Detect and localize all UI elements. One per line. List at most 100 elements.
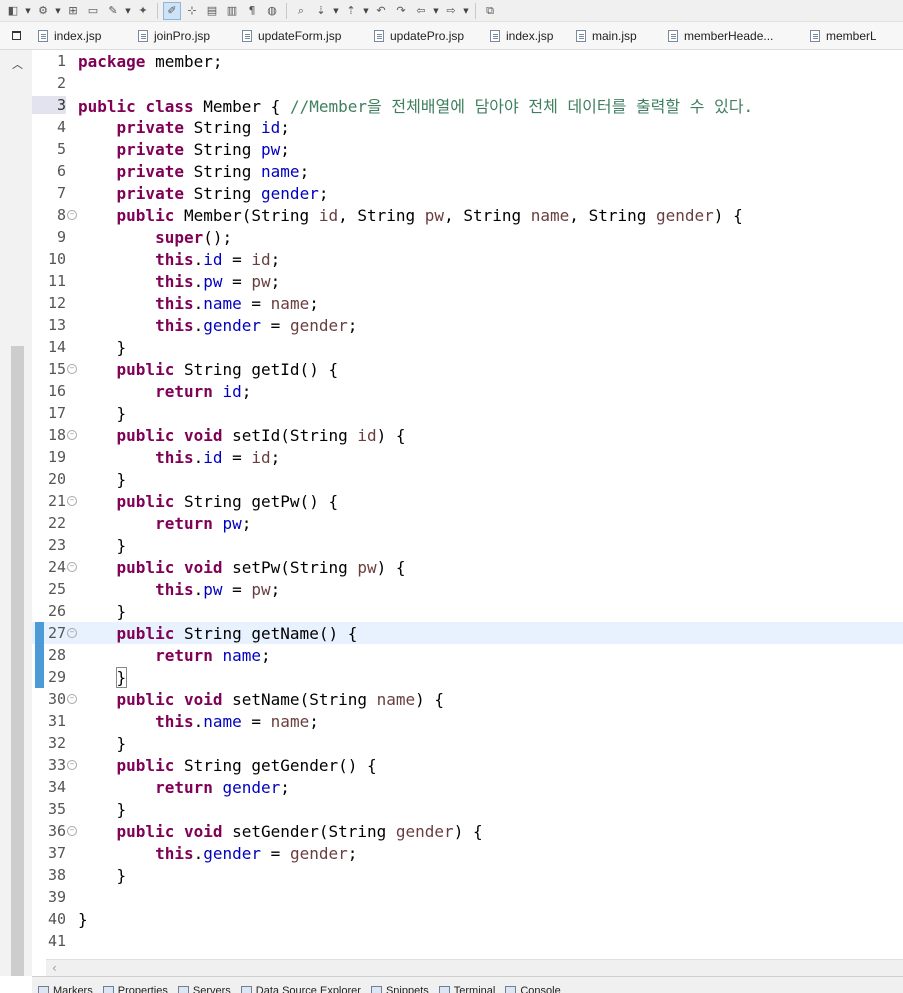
open-type-icon[interactable]: ⊞: [64, 2, 82, 20]
code-line[interactable]: 6 private String name;: [32, 160, 903, 182]
forward-icon[interactable]: ⇨: [442, 2, 460, 20]
open-folder-icon[interactable]: ▭: [84, 2, 102, 20]
java-code-editor[interactable]: 1 package member; 2 3 public class Member { …: [32, 50, 903, 959]
code-line[interactable]: 10 this.id = id;: [32, 248, 903, 270]
collapse-fold-icon[interactable]: –: [67, 760, 77, 770]
dropdown-arrow-icon[interactable]: ▼: [124, 7, 132, 15]
code-line[interactable]: 37 this.gender = gender;: [32, 842, 903, 864]
pin-editor-icon[interactable]: ⧉: [481, 2, 499, 20]
view-tab[interactable]: Markers: [38, 977, 93, 993]
code-line[interactable]: 30– public void setName(String name) {: [32, 688, 903, 710]
code-line[interactable]: 12 this.name = name;: [32, 292, 903, 314]
editor-tab[interactable]: memberLi: [804, 23, 876, 49]
edit-icon[interactable]: ▤: [203, 2, 221, 20]
globe-icon[interactable]: ◍: [263, 2, 281, 20]
collapse-fold-icon[interactable]: –: [67, 628, 77, 638]
collapse-fold-icon[interactable]: –: [67, 562, 77, 572]
next-annotation-icon[interactable]: ⇣: [312, 2, 330, 20]
scroll-left-icon[interactable]: ‹: [52, 961, 57, 975]
code-line[interactable]: 2: [32, 72, 903, 94]
code-line[interactable]: 5 private String pw;: [32, 138, 903, 160]
collapse-fold-icon[interactable]: –: [67, 694, 77, 704]
code-line[interactable]: 29 }: [32, 666, 903, 688]
code-line[interactable]: 24– public void setPw(String pw) {: [32, 556, 903, 578]
collapse-fold-icon[interactable]: –: [67, 210, 77, 220]
code-line[interactable]: 41: [32, 930, 903, 952]
forward-edit-icon[interactable]: ↷: [392, 2, 410, 20]
code-line[interactable]: 25 this.pw = pw;: [32, 578, 903, 600]
collapse-fold-icon[interactable]: –: [67, 496, 77, 506]
editor-tab[interactable]: updatePro.jsp: [368, 23, 484, 49]
code-line[interactable]: 36– public void setGender(String gender)…: [32, 820, 903, 842]
horizontal-scrollbar[interactable]: ‹: [46, 959, 903, 976]
editor-tab[interactable]: index.jsp: [484, 23, 570, 49]
code-line[interactable]: 28 return name;: [32, 644, 903, 666]
view-tab[interactable]: Terminal: [438, 977, 495, 993]
code-line[interactable]: 11 this.pw = pw;: [32, 270, 903, 292]
editor-tab[interactable]: joinPro.jsp: [132, 23, 236, 49]
search-icon[interactable]: ⌕: [292, 2, 310, 20]
code-line[interactable]: 40}: [32, 908, 903, 930]
last-edit-icon[interactable]: ↶: [372, 2, 390, 20]
code-line[interactable]: 1 package member;: [32, 50, 903, 72]
run-icon[interactable]: ⚙: [34, 2, 52, 20]
code-line[interactable]: 32 }: [32, 732, 903, 754]
code-line[interactable]: 13 this.gender = gender;: [32, 314, 903, 336]
code-line[interactable]: 20 }: [32, 468, 903, 490]
dropdown-arrow-icon[interactable]: ▼: [24, 7, 32, 15]
chevron-up-icon[interactable]: ︿: [12, 56, 23, 72]
editor-tab[interactable]: index.jsp: [32, 23, 132, 49]
code-line[interactable]: 8– public Member(String id, String pw, S…: [32, 204, 903, 226]
collapse-fold-icon[interactable]: –: [67, 430, 77, 440]
code-line[interactable]: 9 super();: [32, 226, 903, 248]
code-line[interactable]: 21– public String getPw() {: [32, 490, 903, 512]
code-line[interactable]: 14 }: [32, 336, 903, 358]
code-line[interactable]: 22 return pw;: [32, 512, 903, 534]
code-line[interactable]: 3 public class Member { //Member을 전체배열에 담…: [32, 94, 903, 116]
prev-annotation-icon[interactable]: ⇡: [342, 2, 360, 20]
code-line[interactable]: 15– public String getId() {: [32, 358, 903, 380]
code-token: gender: [289, 843, 348, 863]
code-line[interactable]: 19 this.id = id;: [32, 446, 903, 468]
block-select-icon[interactable]: ⊹: [183, 2, 201, 20]
overview-ruler-thumb[interactable]: [11, 346, 24, 976]
code-line[interactable]: 38 }: [32, 864, 903, 886]
code-line[interactable]: 17 }: [32, 402, 903, 424]
collapse-fold-icon[interactable]: –: [67, 364, 77, 374]
editor-tab[interactable]: memberHeade...: [662, 23, 804, 49]
pen-icon[interactable]: ✎: [104, 2, 122, 20]
view-tab[interactable]: Snippets: [370, 977, 429, 993]
dropdown-arrow-icon[interactable]: ▼: [362, 7, 370, 15]
view-tab[interactable]: Data Source Explorer: [240, 977, 361, 993]
code-line[interactable]: 35 }: [32, 798, 903, 820]
dropdown-arrow-icon[interactable]: ▼: [432, 7, 440, 15]
code-line[interactable]: 26 }: [32, 600, 903, 622]
restore-view-button[interactable]: [0, 21, 32, 49]
code-line[interactable]: 23 }: [32, 534, 903, 556]
code-line[interactable]: 7 private String gender;: [32, 182, 903, 204]
view-tab[interactable]: Servers: [177, 977, 231, 993]
code-line[interactable]: 18– public void setId(String id) {: [32, 424, 903, 446]
code-line[interactable]: 33– public String getGender() {: [32, 754, 903, 776]
dropdown-arrow-icon[interactable]: ▼: [462, 7, 470, 15]
collapse-fold-icon[interactable]: –: [67, 826, 77, 836]
view-tab[interactable]: Console: [505, 977, 561, 993]
back-icon[interactable]: ⇦: [412, 2, 430, 20]
code-line[interactable]: 31 this.name = name;: [32, 710, 903, 732]
mark-occurrences-icon[interactable]: ✐: [163, 1, 181, 20]
code-line[interactable]: 27– public String getName() {: [32, 622, 903, 644]
view-tab[interactable]: Properties: [102, 977, 168, 993]
code-line[interactable]: 39: [32, 886, 903, 908]
code-line[interactable]: 34 return gender;: [32, 776, 903, 798]
dropdown-arrow-icon[interactable]: ▼: [332, 7, 340, 15]
dropdown-arrow-icon[interactable]: ▼: [54, 7, 62, 15]
new-wizard-icon[interactable]: ◧: [4, 2, 22, 20]
code-token: pw: [357, 557, 377, 577]
code-line[interactable]: 4 private String id;: [32, 116, 903, 138]
code-line[interactable]: 16 return id;: [32, 380, 903, 402]
editor-tab[interactable]: main.jsp: [570, 23, 662, 49]
pilcrow-icon[interactable]: ¶: [243, 2, 261, 20]
editor-tab[interactable]: updateForm.jsp: [236, 23, 368, 49]
document-icon[interactable]: ▥: [223, 2, 241, 20]
hint-icon[interactable]: ✦: [134, 2, 152, 20]
